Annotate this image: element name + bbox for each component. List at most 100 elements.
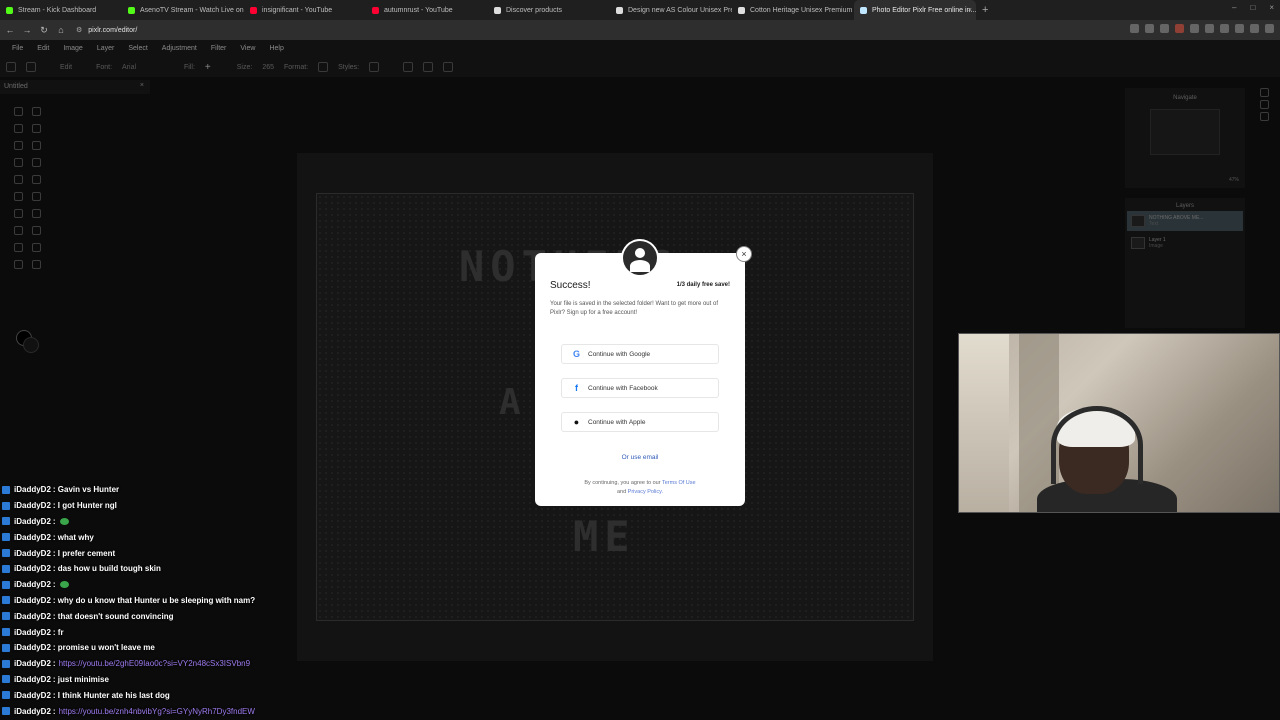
gradient-tool-icon[interactable] bbox=[32, 209, 41, 218]
zoom-tool-icon[interactable] bbox=[14, 260, 23, 269]
chat-username[interactable]: iDaddyD2 bbox=[14, 533, 51, 542]
size-input[interactable]: 265 bbox=[262, 64, 274, 71]
chat-username[interactable]: iDaddyD2 bbox=[14, 628, 51, 637]
crop-tool-icon[interactable] bbox=[14, 141, 23, 150]
edit-button[interactable]: Edit bbox=[60, 64, 72, 71]
continue-with-facebook-button[interactable]: f Continue with Facebook bbox=[561, 378, 719, 398]
close-icon[interactable]: × bbox=[736, 246, 752, 262]
navigate-preview[interactable] bbox=[1150, 109, 1220, 155]
liquify-tool-icon[interactable] bbox=[14, 158, 23, 167]
extension-icon[interactable] bbox=[1190, 24, 1199, 33]
home-icon[interactable]: ⌂ bbox=[54, 25, 68, 35]
duplicate-icon[interactable] bbox=[423, 62, 434, 72]
browser-tab[interactable]: autumnrust - YouTube bbox=[366, 0, 488, 20]
chat-link[interactable]: https://youtu.be/2ghE09Iao0c?si=VY2n48cS… bbox=[59, 659, 250, 668]
add-icon[interactable] bbox=[403, 62, 414, 72]
chat-link[interactable]: https://youtu.be/znh4nbvibYg?si=GYyNyRh7… bbox=[59, 707, 255, 716]
panel-toggle-icon[interactable] bbox=[1260, 112, 1269, 121]
marquee-tool-icon[interactable] bbox=[32, 107, 41, 116]
browser-tab[interactable]: Cotton Heritage Unisex Premium H... bbox=[732, 0, 854, 20]
browser-tab[interactable]: Stream - Kick Dashboard bbox=[0, 0, 122, 20]
back-icon[interactable]: ← bbox=[3, 25, 17, 35]
brush-tool-icon[interactable] bbox=[14, 192, 23, 201]
chat-username[interactable]: iDaddyD2 bbox=[14, 659, 51, 668]
browser-tab[interactable]: Design new AS Colour Unisex Premi... bbox=[610, 0, 732, 20]
continue-with-google-button[interactable]: G Continue with Google bbox=[561, 344, 719, 364]
home-icon[interactable] bbox=[6, 62, 16, 72]
chat-username[interactable]: iDaddyD2 bbox=[14, 580, 51, 589]
extension-icon[interactable] bbox=[1175, 24, 1184, 33]
move-tool-icon[interactable] bbox=[14, 107, 23, 116]
menu-item-adjustment[interactable]: Adjustment bbox=[162, 45, 197, 52]
site-info-icon[interactable]: ⚙ bbox=[76, 26, 82, 34]
cutout-tool-icon[interactable] bbox=[32, 141, 41, 150]
browser-tab[interactable]: Discover products bbox=[488, 0, 610, 20]
menu-item-view[interactable]: View bbox=[240, 45, 255, 52]
format-align-icon[interactable] bbox=[318, 62, 329, 72]
extension-icon[interactable] bbox=[1250, 24, 1259, 33]
menu-icon[interactable] bbox=[1265, 24, 1274, 33]
wand-tool-icon[interactable] bbox=[32, 124, 41, 133]
fill-tool-icon[interactable] bbox=[14, 209, 23, 218]
chat-username[interactable]: iDaddyD2 bbox=[14, 549, 51, 558]
menu-item-filter[interactable]: Filter bbox=[211, 45, 227, 52]
use-email-link[interactable]: Or use email bbox=[535, 454, 745, 461]
menu-item-select[interactable]: Select bbox=[128, 45, 147, 52]
delete-icon[interactable] bbox=[443, 62, 454, 72]
chat-username[interactable]: iDaddyD2 bbox=[14, 612, 51, 621]
close-tab-icon[interactable]: × bbox=[968, 7, 972, 14]
privacy-policy-link[interactable]: Privacy Policy. bbox=[628, 489, 663, 495]
shape-tool-icon[interactable] bbox=[32, 226, 41, 235]
chat-username[interactable]: iDaddyD2 bbox=[14, 691, 51, 700]
chat-username[interactable]: iDaddyD2 bbox=[14, 501, 51, 510]
panel-toggle-icon[interactable] bbox=[1260, 88, 1269, 97]
minimize-icon[interactable]: – bbox=[1232, 3, 1236, 12]
browser-tab[interactable]: Photo Editor Pixlr Free online in... × bbox=[854, 0, 976, 20]
reload-icon[interactable]: ↻ bbox=[37, 25, 51, 36]
text-tool-icon[interactable] bbox=[26, 62, 36, 72]
extension-icon[interactable] bbox=[1235, 24, 1244, 33]
heal-tool-icon[interactable] bbox=[32, 158, 41, 167]
layer-item[interactable]: Layer 1 Image bbox=[1127, 233, 1243, 253]
background-color[interactable] bbox=[23, 337, 39, 353]
close-document-icon[interactable]: × bbox=[140, 82, 144, 89]
close-window-icon[interactable]: × bbox=[1269, 3, 1274, 12]
hand-tool-icon[interactable] bbox=[32, 260, 41, 269]
browser-tab[interactable]: insignificant - YouTube bbox=[244, 0, 366, 20]
document-tab[interactable]: Untitled × bbox=[0, 80, 150, 94]
forward-icon[interactable]: → bbox=[20, 25, 34, 35]
chat-username[interactable]: iDaddyD2 bbox=[14, 564, 51, 573]
terms-of-use-link[interactable]: Terms Of Use bbox=[662, 480, 696, 486]
chat-username[interactable]: iDaddyD2 bbox=[14, 643, 51, 652]
menu-item-layer[interactable]: Layer bbox=[97, 45, 115, 52]
eraser-tool-icon[interactable] bbox=[32, 192, 41, 201]
menu-item-help[interactable]: Help bbox=[269, 45, 283, 52]
maximize-icon[interactable]: □ bbox=[1250, 3, 1255, 12]
text-tool-icon[interactable] bbox=[14, 243, 23, 252]
font-select[interactable]: Arial bbox=[122, 64, 174, 71]
burn-tool-icon[interactable] bbox=[32, 175, 41, 184]
fill-add-icon[interactable]: + bbox=[205, 62, 211, 73]
panel-toggle-icon[interactable] bbox=[1260, 100, 1269, 109]
extension-icon[interactable] bbox=[1205, 24, 1214, 33]
url-field[interactable]: ⚙ pixlr.com/editor/ bbox=[76, 26, 137, 35]
chat-username[interactable]: iDaddyD2 bbox=[14, 675, 51, 684]
browser-tab[interactable]: AsenoTV Stream - Watch Live on Kick bbox=[122, 0, 244, 20]
menu-item-edit[interactable]: Edit bbox=[37, 45, 49, 52]
chat-username[interactable]: iDaddyD2 bbox=[14, 517, 51, 526]
continue-with-apple-button[interactable]: ● Continue with Apple bbox=[561, 412, 719, 432]
styles-icon[interactable] bbox=[369, 62, 380, 72]
menu-item-file[interactable]: File bbox=[12, 45, 23, 52]
lasso-tool-icon[interactable] bbox=[14, 124, 23, 133]
layer-item[interactable]: NOTHING ABOVE ME... Text bbox=[1127, 211, 1243, 231]
chat-username[interactable]: iDaddyD2 bbox=[14, 707, 51, 716]
extension-icon[interactable] bbox=[1130, 24, 1139, 33]
menu-item-image[interactable]: Image bbox=[63, 45, 82, 52]
color-swatch[interactable] bbox=[16, 330, 40, 354]
chat-username[interactable]: iDaddyD2 bbox=[14, 596, 51, 605]
pattern-tool-icon[interactable] bbox=[14, 226, 23, 235]
chat-username[interactable]: iDaddyD2 bbox=[14, 485, 51, 494]
draw-tool-icon[interactable] bbox=[32, 243, 41, 252]
clone-tool-icon[interactable] bbox=[14, 175, 23, 184]
new-tab-button[interactable]: + bbox=[982, 4, 988, 16]
